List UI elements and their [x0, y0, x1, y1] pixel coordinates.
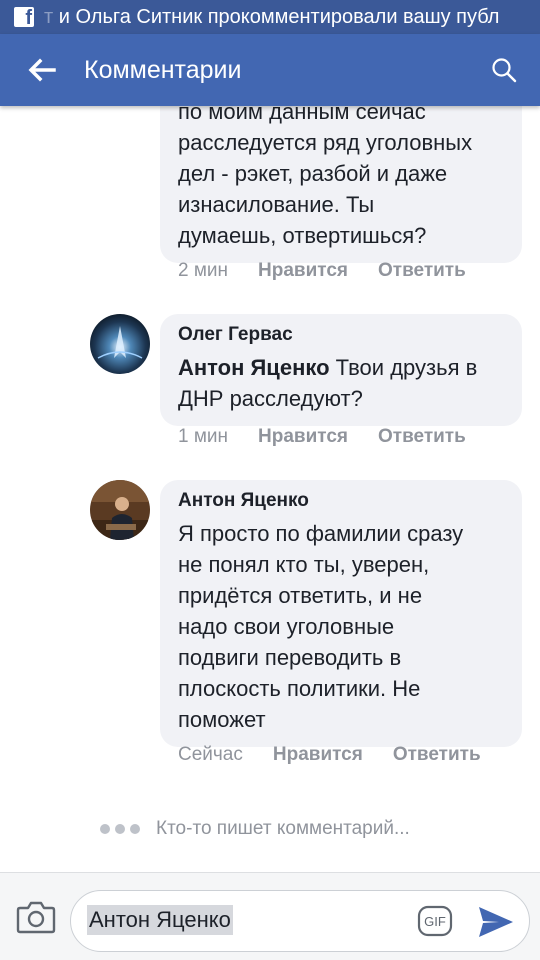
notification-text[interactable]: т и Ольга Ситник прокомментировали вашу …: [44, 6, 540, 29]
send-button[interactable]: [471, 903, 517, 941]
comment-input[interactable]: Антон Яценко GIF: [70, 890, 530, 952]
comment-bubble[interactable]: Антон Яценко Я просто по фамилии сразу н…: [160, 480, 522, 747]
like-button[interactable]: Нравится: [273, 744, 363, 766]
comment-author[interactable]: Олег Гервас: [178, 324, 504, 346]
app-bar: Комментарии: [0, 34, 540, 106]
comment-meta: 2 мин Нравится Ответить: [178, 260, 466, 282]
status-bar: f т и Ольга Ситник прокомментировали ваш…: [0, 0, 540, 34]
comment-time: 2 мин: [178, 260, 229, 281]
page-title: Комментарии: [84, 55, 242, 84]
avatar-anton[interactable]: [90, 480, 150, 540]
back-arrow-icon: [28, 58, 56, 82]
back-button[interactable]: [0, 34, 84, 106]
typing-indicator: Кто-то пишет комментарий...: [100, 818, 410, 840]
search-icon: [492, 58, 517, 83]
comment-text: Антон Яценко Твои друзья в ДНР расследую…: [178, 355, 478, 411]
typing-text: Кто-то пишет комментарий...: [156, 818, 410, 839]
facebook-icon: f: [14, 7, 34, 29]
gif-label: GIF: [424, 914, 446, 929]
comment-text: Я просто по фамилии сразу не понял кто т…: [178, 521, 464, 732]
like-button[interactable]: Нравится: [258, 260, 348, 282]
mention[interactable]: Антон Яценко: [178, 355, 330, 380]
comment-composer: Антон Яценко GIF: [0, 872, 540, 960]
reply-button[interactable]: Ответить: [378, 260, 466, 282]
comment-meta: Сейчас Нравится Ответить: [178, 744, 481, 766]
comment-time: 1 мин: [178, 426, 229, 447]
comment-bubble[interactable]: Олег Гервас Антон Яценко Твои друзья в Д…: [160, 314, 522, 426]
comment-bubble[interactable]: по моим данным сейчас расследуется ряд у…: [160, 106, 522, 263]
comment-meta: 1 мин Нравится Ответить: [178, 426, 466, 448]
camera-button[interactable]: [16, 899, 56, 935]
search-button[interactable]: [468, 34, 540, 106]
comments-feed[interactable]: по моим данным сейчас расследуется ряд у…: [0, 106, 540, 872]
camera-icon: [16, 901, 56, 934]
comment-author[interactable]: Антон Яценко: [178, 490, 504, 512]
reply-button[interactable]: Ответить: [393, 744, 481, 766]
send-icon: [479, 907, 513, 937]
comment-input-value[interactable]: Антон Яценко: [87, 905, 233, 935]
comment-text: по моим данным сейчас расследуется ряд у…: [178, 106, 473, 248]
comment-time: Сейчас: [178, 744, 243, 765]
like-button[interactable]: Нравится: [258, 426, 348, 448]
typing-dots-icon: [100, 824, 140, 834]
gif-icon: GIF: [417, 905, 453, 937]
reply-button[interactable]: Ответить: [378, 426, 466, 448]
avatar-oleg[interactable]: [90, 314, 150, 374]
gif-button[interactable]: GIF: [417, 905, 453, 937]
